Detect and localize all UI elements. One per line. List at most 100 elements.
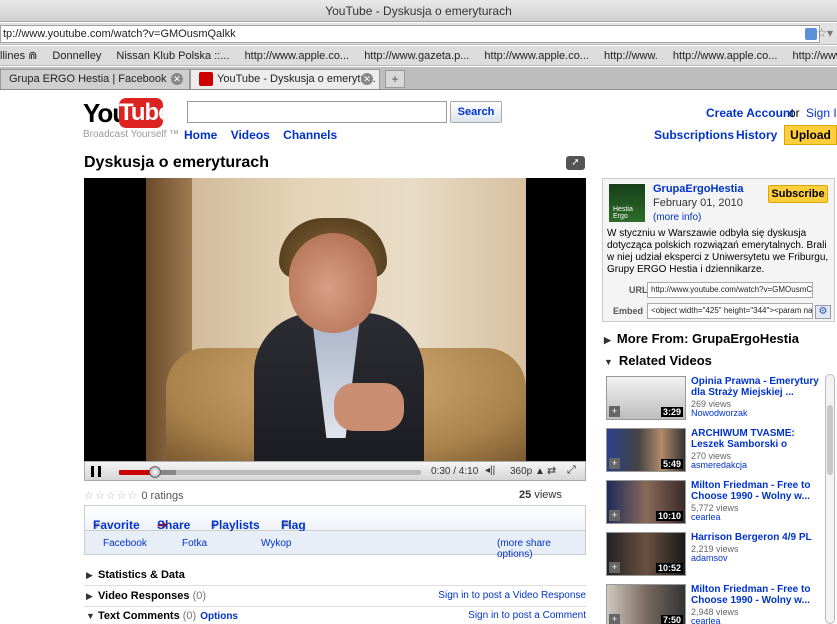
rss-icon[interactable] <box>805 28 817 40</box>
statistics-label: Statistics & Data <box>98 569 185 581</box>
related-video-item[interactable]: +7:50 Milton Friedman - Free to Choose 1… <box>604 582 823 624</box>
text-comments-count: (0) <box>182 610 197 622</box>
more-from-header[interactable]: ▶ More From: GrupaErgoHestia <box>604 331 799 346</box>
gear-icon[interactable]: ⚙ <box>815 305 831 319</box>
related-video-item[interactable]: +10:52 Harrison Bergeron 4/9 PL 2,219 vi… <box>604 530 823 580</box>
seek-bar[interactable] <box>119 466 421 478</box>
related-video-user[interactable]: cearlea <box>691 616 721 624</box>
share-fotka[interactable]: Fotka <box>182 538 207 549</box>
related-videos-header[interactable]: ▼ Related Videos <box>604 353 712 368</box>
sign-in-link[interactable]: Sign In <box>806 106 837 120</box>
related-video-user[interactable]: asmeredakcja <box>691 460 747 470</box>
statistics-section[interactable]: ▶ Statistics & Data <box>84 566 586 586</box>
close-icon[interactable]: ✕ <box>171 73 183 85</box>
new-tab-button[interactable]: + <box>385 70 405 88</box>
related-video-title[interactable]: ARCHIWUM TVASME: Leszek Samborski o <box>691 428 821 450</box>
share-facebook[interactable]: Facebook <box>103 538 147 549</box>
url-field[interactable]: http://www.youtube.com/watch?v=GMOusmC <box>647 282 813 298</box>
url-input[interactable]: tp://www.youtube.com/watch?v=GMOusmQalkk <box>0 25 820 43</box>
channel-name[interactable]: GrupaErgoHestia <box>653 183 743 195</box>
volume-icon[interactable]: ◂|| <box>485 465 495 476</box>
bookmark-item[interactable]: Nissan Klub Polska ::... <box>116 46 229 65</box>
video-description: W styczniu w Warszawie odbyła się dyskus… <box>607 228 829 275</box>
video-thumbnail[interactable]: +7:50 <box>606 584 686 624</box>
post-comment-link[interactable]: Sign in to post a Comment <box>468 610 586 621</box>
nav-home[interactable]: Home <box>184 128 217 142</box>
bookmark-item[interactable]: http://www.gazeta.p... <box>364 46 469 65</box>
url-label: URL <box>629 285 648 295</box>
bookmark-item[interactable]: http://www.apple.co... <box>484 46 589 65</box>
search-input[interactable] <box>187 101 447 123</box>
video-thumbnail[interactable]: +5:49 <box>606 428 686 472</box>
video-thumbnail[interactable]: +10:10 <box>606 480 686 524</box>
bookmark-star-icon[interactable]: ☆▾ <box>816 26 833 40</box>
quality-selector[interactable]: 360p ▲ <box>510 466 545 477</box>
comments-options-link[interactable]: Options <box>200 611 238 622</box>
share-row: Facebook Fotka Wykop (more share options… <box>84 531 586 560</box>
close-icon[interactable]: ✕ <box>361 73 373 85</box>
more-share-options[interactable]: (more share options) <box>497 538 585 560</box>
subscriptions-link[interactable]: Subscriptions <box>654 128 734 142</box>
widescreen-icon[interactable]: ⇄ <box>547 464 556 477</box>
seek-handle[interactable] <box>149 466 162 478</box>
embed-field[interactable]: <object width="425" height="344"><param … <box>647 303 813 319</box>
youtube-logo[interactable]: You Tube <box>83 98 172 128</box>
related-video-item[interactable]: +5:49 ARCHIWUM TVASME: Leszek Samborski … <box>604 426 823 476</box>
more-info-link[interactable]: (more info) <box>653 212 701 223</box>
related-video-user[interactable]: adamsov <box>691 553 728 563</box>
url-bar: tp://www.youtube.com/watch?v=GMOusmQalkk… <box>0 23 837 45</box>
share-label: Share <box>157 518 191 532</box>
history-link[interactable]: History <box>736 128 777 142</box>
scrollbar-thumb[interactable] <box>827 405 833 475</box>
related-video-item[interactable]: +3:29 Opinia Prawna - Emerytury dla Stra… <box>604 374 823 424</box>
upload-button[interactable]: Upload <box>784 125 837 145</box>
bookmark-item[interactable]: http://www.apple.co... <box>245 46 350 65</box>
bookmark-item[interactable]: llines ⋒ <box>0 46 37 65</box>
video-frame-speaker-head <box>289 233 377 333</box>
fullscreen-icon[interactable]: ⤢ <box>567 464 576 477</box>
share-wykop[interactable]: Wykop <box>261 538 291 549</box>
related-video-item[interactable]: +10:10 Milton Friedman - Free to Choose … <box>604 478 823 528</box>
bookmark-item[interactable]: Donnelley <box>52 46 101 65</box>
video-thumbnail[interactable]: +10:52 <box>606 532 686 576</box>
add-icon[interactable]: + <box>609 406 620 417</box>
tab-youtube[interactable]: YouTube - Dyskusja o emerytu... ✕ <box>190 69 380 89</box>
bookmark-item[interactable]: http://www. <box>604 46 658 65</box>
subscribe-button[interactable]: Subscribe <box>768 185 828 203</box>
popout-icon[interactable]: ➚ <box>566 156 585 170</box>
create-account-link[interactable]: Create Account <box>706 106 794 120</box>
nav-channels[interactable]: Channels <box>283 128 337 142</box>
video-responses-title: Video Responses <box>98 590 190 602</box>
pause-icon[interactable] <box>91 466 101 477</box>
window-title: YouTube - Dyskusja o emeryturach <box>0 0 837 22</box>
related-video-user[interactable]: cearlea <box>691 512 721 522</box>
add-icon[interactable]: + <box>609 510 620 521</box>
video-player[interactable] <box>84 178 586 461</box>
video-thumbnail[interactable]: +3:29 <box>606 376 686 420</box>
related-video-title[interactable]: Opinia Prawna - Emerytury dla Straży Mie… <box>691 376 821 398</box>
related-video-user[interactable]: Nowodworzak <box>691 408 748 418</box>
video-responses-section[interactable]: ▶ Video Responses (0) Sign in to post a … <box>84 587 586 607</box>
text-comments-title: Text Comments <box>98 610 180 622</box>
video-responses-count: (0) <box>192 590 207 602</box>
add-icon[interactable]: + <box>609 562 620 573</box>
channel-avatar[interactable]: Hestia Ergo <box>609 184 645 222</box>
add-icon[interactable]: + <box>609 458 620 469</box>
flag-label: Flag <box>281 518 306 532</box>
post-video-response-link[interactable]: Sign in to post a Video Response <box>438 590 586 601</box>
video-frame-speaker-hands <box>334 383 404 431</box>
bookmark-item[interactable]: http://www.apple.co... <box>673 46 778 65</box>
related-scrollbar[interactable] <box>825 374 835 624</box>
related-video-title[interactable]: Milton Friedman - Free to Choose 1990 - … <box>691 480 821 502</box>
nav-videos[interactable]: Videos <box>231 128 270 142</box>
collapse-triangle-icon: ▼ <box>604 357 613 367</box>
star-rating-icon[interactable]: ☆☆☆☆☆ <box>84 490 138 502</box>
tab-facebook[interactable]: Grupa ERGO Hestia | Facebook ✕ <box>0 69 190 89</box>
related-video-title[interactable]: Milton Friedman - Free to Choose 1990 - … <box>691 584 821 606</box>
expand-triangle-icon: ▶ <box>86 591 93 601</box>
bookmark-item[interactable]: http://www.apple.co <box>793 46 837 65</box>
text-comments-section[interactable]: ▼ Text Comments (0) Options Sign in to po… <box>84 607 586 624</box>
search-button[interactable]: Search <box>450 101 502 123</box>
related-video-title[interactable]: Harrison Bergeron 4/9 PL <box>691 532 821 543</box>
add-icon[interactable]: + <box>609 614 620 624</box>
